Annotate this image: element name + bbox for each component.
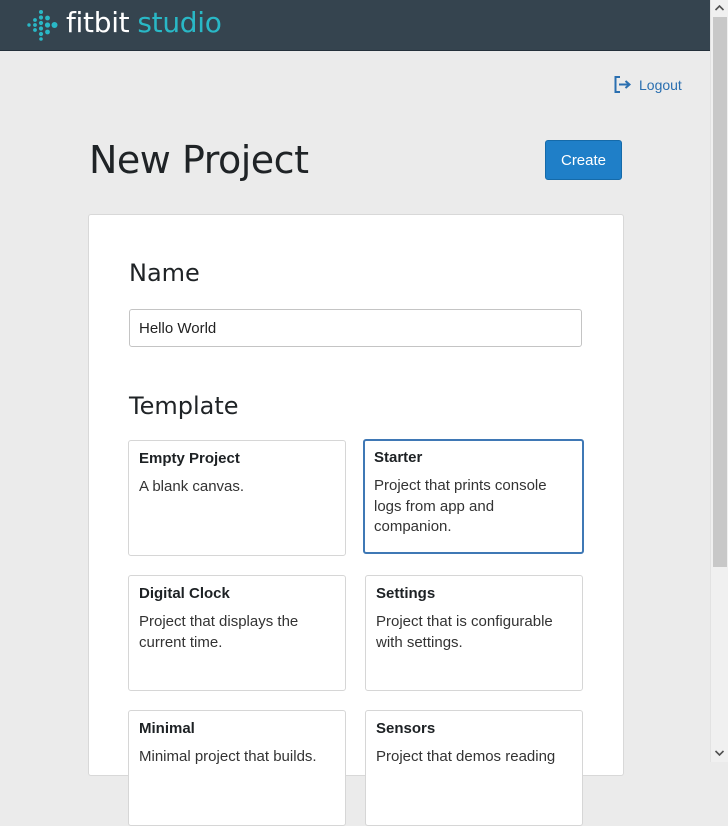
vertical-scrollbar[interactable] — [710, 0, 728, 762]
scroll-up-icon[interactable] — [711, 0, 728, 17]
template-option-starter[interactable]: Starter Project that prints console logs… — [363, 439, 584, 554]
template-description: Project that is configurable with settin… — [376, 613, 553, 651]
template-option-empty-project[interactable]: Empty Project A blank canvas. — [128, 440, 346, 556]
template-title: Starter — [374, 449, 423, 466]
template-option-settings[interactable]: Settings Project that is configurable wi… — [365, 575, 583, 691]
template-description: Project that prints console logs from ap… — [374, 477, 547, 535]
template-label: Template — [129, 392, 239, 420]
template-description: A blank canvas. — [139, 478, 245, 495]
template-option-sensors[interactable]: Sensors Project that demos reading — [365, 710, 583, 826]
template-description: Minimal project that builds. — [139, 748, 317, 765]
project-name-input[interactable] — [129, 309, 582, 347]
top-navigation-bar: fitbit studio — [0, 0, 712, 51]
logout-link[interactable]: Logout — [614, 76, 682, 93]
create-button[interactable]: Create — [545, 140, 622, 180]
template-option-minimal[interactable]: Minimal Minimal project that builds. — [128, 710, 346, 826]
fitbit-dots-icon — [27, 10, 58, 41]
brand-name: fitbit studio — [66, 6, 222, 40]
brand-primary: fitbit — [66, 6, 130, 39]
logout-icon — [614, 76, 632, 93]
scroll-down-icon[interactable] — [711, 745, 728, 762]
logout-label: Logout — [639, 76, 682, 93]
template-description: Project that demos reading — [376, 748, 556, 765]
brand-secondary: studio — [137, 6, 222, 39]
template-title: Digital Clock — [139, 585, 230, 602]
name-label: Name — [129, 259, 200, 287]
template-title: Minimal — [139, 720, 195, 737]
template-title: Settings — [376, 585, 436, 602]
template-option-digital-clock[interactable]: Digital Clock Project that displays the … — [128, 575, 346, 691]
template-title: Sensors — [376, 720, 436, 737]
page-title: New Project — [89, 138, 309, 182]
template-title: Empty Project — [139, 450, 240, 467]
fitbit-studio-logo[interactable]: fitbit studio — [26, 6, 222, 42]
new-project-form: Name Template Empty Project A blank canv… — [88, 214, 624, 826]
template-description: Project that displays the current time. — [139, 613, 299, 651]
scroll-thumb[interactable] — [713, 17, 727, 567]
